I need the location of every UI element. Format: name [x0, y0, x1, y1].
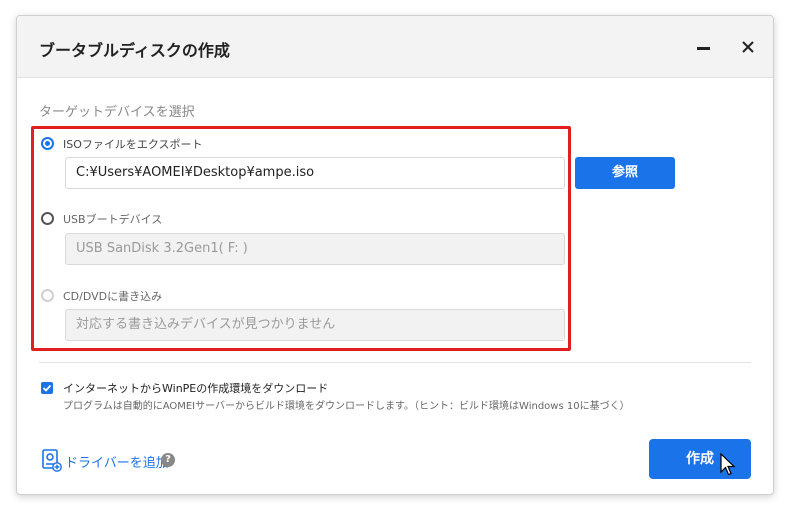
download-winpe-checkbox[interactable]	[41, 382, 53, 394]
browse-button[interactable]: 参照	[575, 157, 675, 189]
iso-export-label: ISOファイルをエクスポート	[63, 138, 203, 151]
iso-export-radio[interactable]	[41, 137, 54, 150]
usb-device-select: USB SanDisk 3.2Gen1( F: )	[65, 233, 565, 265]
close-icon	[742, 41, 754, 53]
mouse-cursor-icon	[720, 453, 736, 476]
minimize-icon	[697, 47, 710, 50]
title-bar: ブータブルディスクの作成	[17, 16, 773, 78]
download-winpe-label: インターネットからWinPEの作成環境をダウンロード	[63, 382, 329, 395]
usb-device-radio[interactable]	[41, 212, 54, 225]
cd-dvd-radio	[41, 289, 54, 302]
bootable-disk-dialog: ブータブルディスクの作成 ターゲットデバイスを選択 ISOファイルをエクスポート…	[16, 15, 774, 495]
help-icon[interactable]: ?	[161, 453, 175, 467]
cd-dvd-field: 対応する書き込みデバイスが見つかりません	[65, 309, 565, 341]
usb-device-label: USBブートデバイス	[63, 213, 163, 226]
add-driver-icon	[42, 449, 62, 472]
add-driver-label: ドライバーを追加	[65, 456, 169, 471]
dialog-title: ブータブルディスクの作成	[39, 41, 230, 60]
target-section-label: ターゲットデバイスを選択	[39, 105, 195, 120]
cd-dvd-label: CD/DVDに書き込み	[63, 290, 163, 303]
download-winpe-note: プログラムは自動的にAOMEIサーバーからビルド環境をダウンロードします。（ヒン…	[63, 401, 630, 412]
check-icon	[42, 384, 52, 392]
iso-path-field[interactable]: C:¥Users¥AOMEI¥Desktop¥ampe.iso	[65, 157, 565, 189]
minimize-button[interactable]	[691, 34, 717, 60]
close-button[interactable]	[735, 34, 761, 60]
section-divider	[39, 362, 751, 363]
